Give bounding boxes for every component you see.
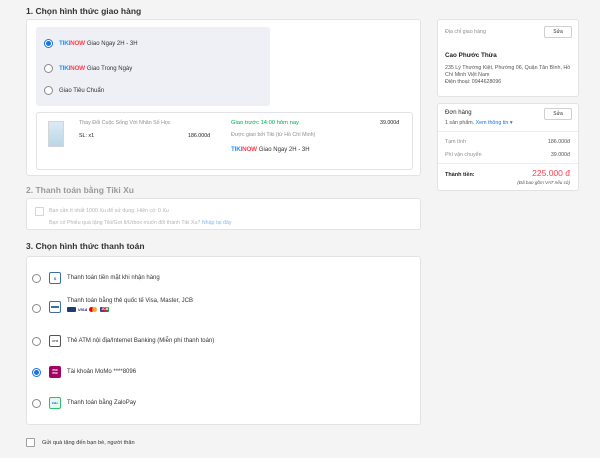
gift-checkbox[interactable] [26, 438, 35, 447]
subtotal-value: 186.000đ [547, 139, 570, 145]
product-price: 186.000đ [188, 133, 211, 139]
radio-payment-cash[interactable] [32, 273, 41, 283]
shipping-option-label: Giao Ngay 2H - 3H [86, 40, 138, 47]
address-card: Địa chỉ giao hàng Sửa Cao Phước Thừa 235… [437, 19, 579, 97]
total-value: 225.000 đ [532, 168, 570, 178]
radio-shipping-same-day[interactable] [44, 64, 53, 73]
chevron-down-icon[interactable]: ▾ [510, 120, 513, 126]
payment-option-momo[interactable]: mo mo Tài khoản MoMo ****8096 [32, 366, 136, 378]
order-divider [438, 131, 578, 132]
payment-option-zalopay[interactable]: Zalo Thanh toán bằng ZaloPay [32, 397, 136, 409]
address-title: Địa chỉ giao hàng [445, 29, 486, 35]
order-count: 1 sản phẩm. [445, 120, 475, 126]
zalopay-icon: Zalo [49, 397, 61, 409]
tikinow-logo: TIKINOW [59, 65, 85, 72]
address-line: 235 Lý Thường Kiệt, Phường 06, Quận Tân … [445, 65, 571, 78]
address-edit-button[interactable]: Sửa [544, 26, 572, 38]
payment-option-label: Thanh toán bằng thẻ quốc tế Visa, Master… [67, 298, 193, 304]
radio-payment-atm[interactable] [32, 336, 41, 346]
order-title: Đơn hàng [445, 110, 472, 116]
gift-option[interactable]: Gửi quà tặng đến bạn bè, người thân [26, 438, 135, 447]
delivered-by: Được giao bởi Tiki (từ Hồ Chí Minh) [231, 132, 316, 138]
tiki-xu-checkbox[interactable] [35, 207, 44, 216]
shipping-fee-value: 39.000đ [550, 152, 570, 158]
radio-payment-zalopay[interactable] [32, 398, 41, 408]
product-thumbnail [48, 121, 64, 147]
order-divider [438, 163, 578, 164]
mastercard-logo [89, 307, 98, 312]
gift-label: Gửi quà tặng đến bạn bè, người thân [42, 439, 135, 446]
tikinow-logo: TIKINOW [59, 40, 85, 47]
order-count-row: 1 sản phẩm. Xem thông tin ▾ [445, 120, 512, 126]
package-box: Thay Đổi Cuộc Sống Với Nhân Số Học SL: x… [36, 112, 413, 170]
shipping-option-label: Giao Trong Ngày [86, 65, 133, 72]
shipping-fee-label: Phí vận chuyển [445, 152, 482, 158]
shipping-option-standard[interactable]: Giao Tiêu Chuẩn [44, 86, 104, 95]
shipping-option-same-day[interactable]: TIKINOW Giao Trong Ngày [44, 64, 132, 73]
radio-payment-card[interactable] [32, 304, 41, 313]
package-method: TIKINOW Giao Ngay 2H - 3H [231, 146, 310, 153]
product-name: Thay Đổi Cuộc Sống Với Nhân Số Học [79, 120, 171, 126]
shipping-option-2h[interactable]: TIKINOW Giao Ngay 2H - 3H [44, 39, 138, 48]
product-qty: SL: x1 [79, 133, 95, 139]
total-label: Thành tiền: [445, 172, 475, 178]
momo-icon: mo mo [49, 366, 61, 378]
voucher-link[interactable]: Nhập tại đây [202, 220, 232, 226]
visa-logo: VISA [78, 307, 88, 312]
payment-option-card[interactable]: Thanh toán bằng thẻ quốc tế Visa, Master… [32, 298, 193, 313]
payment-option-label: Thẻ ATM nội địa/Internet Banking (Miễn p… [67, 338, 215, 344]
tiki-xu-note: Bạn cần ít nhất 1000 Xu để sử dụng. Hiện… [49, 208, 169, 214]
cash-icon: $ [49, 272, 61, 284]
order-edit-button[interactable]: Sửa [544, 108, 572, 120]
payment-option-label: Thanh toán tiền mặt khi nhận hàng [67, 275, 160, 281]
package-ship-fee: 39.000đ [380, 120, 400, 126]
package-method-label: Giao Ngay 2H - 3H [258, 146, 310, 153]
address-phone: Điện thoại: 0944628096 [445, 79, 502, 85]
tiki-xu-section-title: 2. Thanh toán bằng Tiki Xu [26, 185, 134, 195]
tiki-xu-voucher-note: Bạn có Phiếu quà tặng Tiki/Got It/Urbox … [49, 220, 232, 226]
payment-option-atm[interactable]: ATM Thẻ ATM nội địa/Internet Banking (Mi… [32, 335, 214, 347]
vat-note: (Đã bao gồm VAT nếu có) [517, 180, 570, 185]
atm-card-icon: ATM [49, 335, 61, 347]
view-details-link[interactable]: Xem thông tin [476, 120, 509, 126]
tiki-xu-card: Bạn cần ít nhất 1000 Xu để sử dụng. Hiện… [26, 198, 421, 230]
order-card: Đơn hàng Sửa 1 sản phẩm. Xem thông tin ▾… [437, 103, 579, 191]
payment-section-title: 3. Chọn hình thức thanh toán [26, 241, 145, 251]
shipping-options: TIKINOW Giao Ngay 2H - 3H TIKINOW Giao T… [36, 27, 270, 106]
radio-payment-momo[interactable] [32, 367, 41, 377]
radio-shipping-standard[interactable] [44, 86, 53, 95]
tikinow-logo: TIKINOW [231, 146, 257, 153]
jcb-logo: JCB [100, 307, 110, 312]
payment-option-cash[interactable]: $ Thanh toán tiền mặt khi nhận hàng [32, 272, 160, 284]
subtotal-label: Tạm tính [445, 139, 466, 145]
shipping-option-label: Giao Tiêu Chuẩn [59, 87, 105, 94]
radio-shipping-2h[interactable] [44, 39, 53, 48]
credit-card-icon [49, 301, 61, 313]
delivery-time: Giao trước 14:00 hôm nay [231, 120, 299, 126]
shipping-section-title: 1. Chọn hình thức giao hàng [26, 6, 142, 16]
card-logo-generic [67, 307, 76, 312]
recipient-name: Cao Phước Thừa [445, 52, 497, 59]
payment-option-label: Thanh toán bằng ZaloPay [67, 400, 137, 406]
shipping-card: TIKINOW Giao Ngay 2H - 3H TIKINOW Giao T… [26, 19, 421, 176]
payment-option-label: Tài khoản MoMo ****8096 [67, 369, 137, 375]
